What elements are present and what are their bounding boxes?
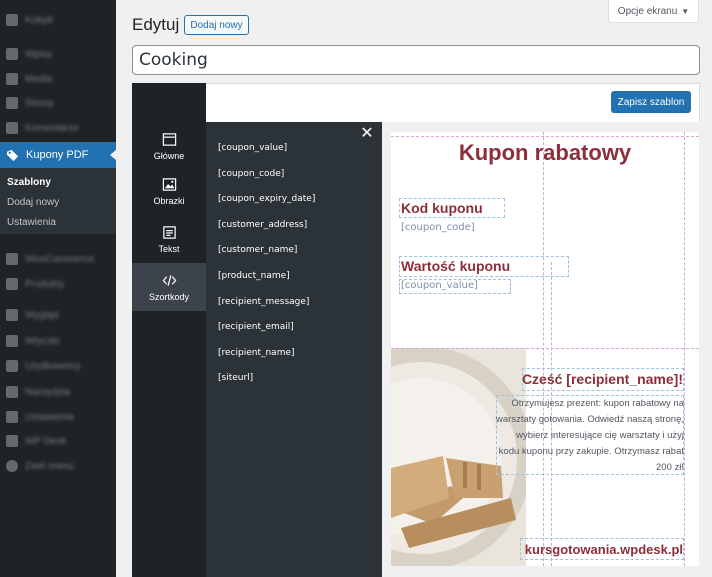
tab-szortkody[interactable]: Szortkody <box>132 263 206 311</box>
tab-tekst[interactable]: Tekst <box>132 215 206 263</box>
add-new-button[interactable]: Dodaj nowy <box>184 15 249 35</box>
woo-icon <box>6 253 18 265</box>
menu-item-ustawienia[interactable]: Ustawienia <box>0 406 116 428</box>
wpdesk-icon <box>6 435 18 447</box>
settings-icon <box>6 411 18 423</box>
users-icon <box>6 360 18 372</box>
dashboard-icon <box>6 14 18 26</box>
shortcode-item[interactable]: [recipient_message] <box>218 297 309 307</box>
shortcodes-panel: [coupon_value] [coupon_code] [coupon_exp… <box>206 122 382 577</box>
shortcode-item[interactable]: [customer_address] <box>218 220 307 230</box>
code-icon <box>162 274 176 286</box>
shortcode-item[interactable]: [recipient_name] <box>218 348 295 358</box>
menu-item-produkty[interactable]: Produkty <box>0 273 116 295</box>
page-icon <box>6 97 18 109</box>
page-title: Edytuj <box>132 15 180 34</box>
editor-nav: Główne Obrazki Tekst Szortkody <box>132 122 206 577</box>
coupon-preview: Kupon rabatowy Kod kuponu [coupon_code] … <box>391 132 699 566</box>
tag-icon <box>6 149 19 161</box>
coupon-title: Kupon rabatowy <box>458 140 632 165</box>
shortcode-item[interactable]: [recipient_email] <box>218 322 294 332</box>
shortcode-item[interactable]: [coupon_expiry_date] <box>218 194 315 204</box>
coupon-code-value: [coupon_code] <box>401 222 475 233</box>
shortcode-item[interactable]: [coupon_code] <box>218 169 284 179</box>
menu-item-narzedzia[interactable]: Narzędzia <box>0 381 116 403</box>
submenu-item-szablony[interactable]: Szablony <box>7 177 51 188</box>
coupon-url: kursgotowania.wpdesk.pl <box>524 542 683 557</box>
collapse-icon <box>6 460 18 472</box>
menu-item-woocommerce[interactable]: WooCommerce <box>0 248 116 270</box>
coupon-greeting: Cześć [recipient_name]! <box>521 371 683 387</box>
admin-sidebar: Kokpit Wpisy Media Strony Komentarze Kup… <box>0 0 116 577</box>
shortcode-item[interactable]: [siteurl] <box>218 373 253 383</box>
guide-line <box>391 136 699 137</box>
caret-down-icon: ▼ <box>681 6 690 16</box>
tab-obrazki[interactable]: Obrazki <box>132 167 206 215</box>
plugin-icon <box>6 335 18 347</box>
media-icon <box>6 73 18 85</box>
pin-icon <box>6 48 18 60</box>
menu-item-wyglad[interactable]: Wygląd <box>0 304 116 326</box>
text-icon <box>162 225 176 239</box>
menu-item-wp-desk[interactable]: WP Desk <box>0 430 116 452</box>
screen-options-button[interactable]: Opcje ekranu ▼ <box>608 0 699 23</box>
tab-glowne[interactable]: Główne <box>132 122 206 170</box>
menu-item-zwin-menu[interactable]: Zwiń menu <box>0 455 116 477</box>
guide-line <box>684 132 685 566</box>
editor-topbar-left <box>132 83 206 122</box>
menu-item-kokpit[interactable]: Kokpit <box>0 9 116 31</box>
shortcode-item[interactable]: [customer_name] <box>218 245 297 255</box>
save-template-button[interactable]: Zapisz szablon <box>611 91 691 113</box>
shortcode-item[interactable]: [coupon_value] <box>218 143 287 153</box>
submenu-item-dodaj-nowy[interactable]: Dodaj nowy <box>7 197 59 208</box>
menu-item-wpisy[interactable]: Wpisy <box>0 43 116 65</box>
shortcode-item[interactable]: [product_name] <box>218 271 290 281</box>
menu-item-strony[interactable]: Strony <box>0 92 116 114</box>
close-icon[interactable]: ✕ <box>360 126 374 142</box>
submenu-item-ustawienia[interactable]: Ustawienia <box>7 217 56 228</box>
tools-icon <box>6 386 18 398</box>
coupon-value-label: Wartość kuponu <box>401 258 511 274</box>
menu-item-komentarze[interactable]: Komentarze <box>0 117 116 139</box>
menu-item-kupony-pdf[interactable]: Kupony PDF <box>0 142 116 168</box>
guide-line <box>543 132 544 566</box>
brush-icon <box>6 309 18 321</box>
box-icon <box>6 278 18 290</box>
image-icon <box>162 177 176 191</box>
comments-icon <box>6 122 18 134</box>
menu-item-uzytkownicy[interactable]: Użytkownicy <box>0 355 116 377</box>
menu-item-wtyczki[interactable]: Wtyczki <box>0 330 116 352</box>
coupon-body-text: Otrzymujesz prezent: kupon rabatowy na w… <box>496 398 684 473</box>
guide-line <box>391 348 699 349</box>
submenu-kupony: Szablony Dodaj nowy Ustawienia <box>0 168 116 234</box>
coupon-code-label: Kod kuponu <box>401 200 483 216</box>
post-title-input[interactable]: Cooking <box>132 45 700 75</box>
coupon-value-value: [coupon_value] <box>401 280 478 291</box>
menu-item-media[interactable]: Media <box>0 68 116 90</box>
layout-icon <box>162 132 176 146</box>
